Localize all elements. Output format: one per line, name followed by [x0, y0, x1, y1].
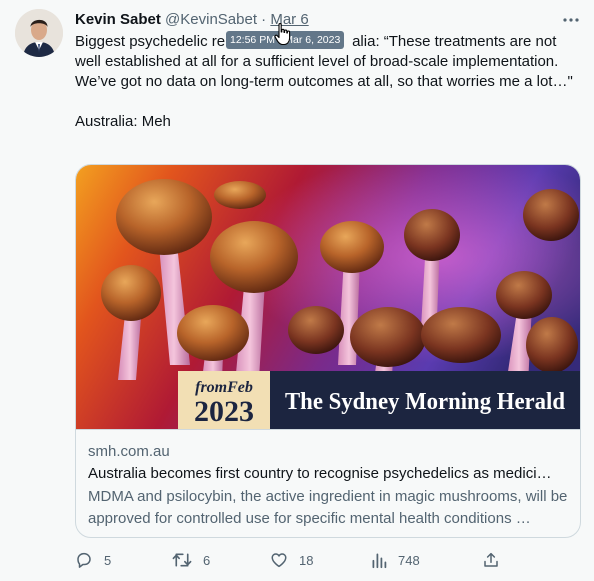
badge-from: from [195, 379, 227, 396]
share-button[interactable] [482, 548, 500, 572]
reply-icon [77, 552, 91, 568]
card-domain: smh.com.au [88, 443, 170, 460]
tweet-text-start: Biggest psychedelic re [75, 33, 226, 50]
share-icon [484, 552, 498, 567]
reply-button[interactable]: 5 [75, 548, 111, 572]
header-separator: · [261, 11, 267, 28]
tweet-text-last: Australia: Meh [75, 113, 171, 130]
views-icon [372, 553, 387, 569]
hand-cursor-icon [274, 22, 291, 46]
views-button[interactable]: 748 [371, 548, 420, 572]
more-icon [563, 18, 579, 22]
retweet-count: 6 [203, 552, 211, 568]
badge-month: Feb [226, 379, 253, 396]
card-description: MDMA and psilocybin, the active ingredie… [88, 488, 568, 527]
card-title: Australia becomes first country to recog… [88, 465, 552, 482]
link-preview-card[interactable]: fromFeb 2023 The Sydney Morning Herald s… [75, 164, 581, 538]
reply-count: 5 [104, 552, 112, 568]
card-image: fromFeb 2023 The Sydney Morning Herald [76, 165, 580, 429]
avatar[interactable] [15, 9, 63, 57]
author-handle[interactable]: @KevinSabet [165, 11, 257, 28]
tweet-text-body: well established at all for a sufficient… [75, 53, 573, 90]
svg-text:fromFeb: fromFeb [195, 379, 253, 396]
author-name[interactable]: Kevin Sabet [75, 11, 161, 28]
more-button[interactable] [559, 10, 583, 30]
badge-year: 2023 [194, 395, 254, 428]
masthead-logo: The Sydney Morning Herald [285, 389, 566, 415]
tweet-text-line1-end: alia: “These treatments are not [352, 33, 557, 50]
retweet-icon [172, 553, 192, 567]
like-icon [271, 553, 287, 568]
retweet-button[interactable]: 6 [172, 548, 210, 572]
like-button[interactable]: 18 [270, 548, 313, 572]
views-count: 748 [398, 552, 420, 568]
action-bar: 5 6 18 748 [75, 548, 505, 572]
tweet[interactable]: Kevin Sabet @KevinSabet · Mar 6 Biggest … [0, 0, 594, 581]
avatar-image [15, 9, 63, 57]
like-count: 18 [299, 552, 314, 568]
card-meta: smh.com.au Australia becomes first count… [76, 429, 580, 530]
